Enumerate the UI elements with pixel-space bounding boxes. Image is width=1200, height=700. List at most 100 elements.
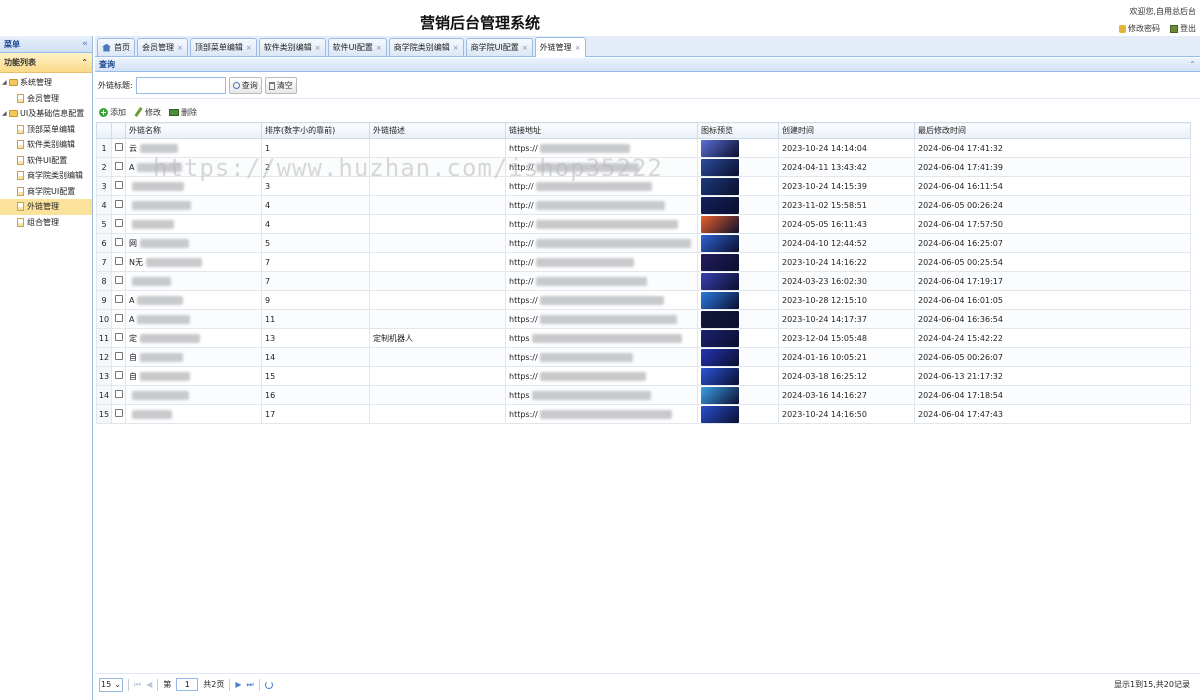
table-row[interactable]: 4 4 http:// 2023-11-02 15:58:51 2024-06-05 0… bbox=[96, 195, 1191, 215]
tree-item[interactable]: 顶部菜单编辑 bbox=[0, 122, 92, 138]
tree-group[interactable]: ◢ UI及基础信息配置 bbox=[0, 106, 92, 122]
table-row[interactable]: 1 云 1 https:// 2023-10-24 14:14:04 2024-06-04… bbox=[96, 138, 1191, 158]
close-tab-icon[interactable]: × bbox=[315, 44, 321, 52]
row-checkbox[interactable] bbox=[114, 219, 123, 227]
row-checkbox[interactable] bbox=[114, 295, 123, 303]
edit-button[interactable]: 修改 bbox=[134, 107, 161, 118]
logout-link[interactable]: 登出 bbox=[1170, 23, 1196, 34]
row-checkbox[interactable] bbox=[114, 333, 123, 341]
row-checkbox-cell[interactable] bbox=[111, 252, 126, 272]
row-checkbox-cell[interactable] bbox=[111, 328, 126, 348]
expand-triangle-icon[interactable]: ◢ bbox=[2, 110, 8, 117]
clear-button[interactable]: 清空 bbox=[264, 77, 297, 94]
column-header[interactable]: 链接地址 bbox=[505, 122, 698, 139]
table-row[interactable]: 5 4 http:// 2024-05-05 16:11:43 2024-06-04 1… bbox=[96, 214, 1191, 234]
column-header[interactable]: 创建时间 bbox=[778, 122, 915, 139]
tree-item[interactable]: 商学院类别编辑 bbox=[0, 168, 92, 184]
row-checkbox-cell[interactable] bbox=[111, 385, 126, 405]
column-header[interactable]: 外链描述 bbox=[369, 122, 506, 139]
row-checkbox[interactable] bbox=[114, 257, 123, 265]
column-header[interactable]: 排序(数字小的靠前) bbox=[261, 122, 370, 139]
row-checkbox[interactable] bbox=[114, 143, 123, 151]
tab-item[interactable]: 会员管理 × bbox=[137, 38, 188, 56]
next-page-icon[interactable]: ▶ bbox=[235, 680, 241, 689]
row-checkbox-cell[interactable] bbox=[111, 233, 126, 253]
row-checkbox-cell[interactable] bbox=[111, 347, 126, 367]
row-checkbox[interactable] bbox=[114, 352, 123, 360]
table-row[interactable]: 3 3 http:// 2023-10-24 14:15:39 2024-06-04 1… bbox=[96, 176, 1191, 196]
row-checkbox[interactable] bbox=[114, 238, 123, 246]
table-row[interactable]: 14 16 https 2024-03-16 14:16:27 2024-06-04 1… bbox=[96, 385, 1191, 405]
tab-item[interactable]: 软件UI配置 × bbox=[327, 38, 387, 56]
function-list-header[interactable]: 功能列表 ⌃ bbox=[0, 53, 92, 73]
row-checkbox-cell[interactable] bbox=[111, 404, 126, 424]
row-checkbox[interactable] bbox=[114, 314, 123, 322]
close-tab-icon[interactable]: × bbox=[177, 44, 183, 52]
close-tab-icon[interactable]: × bbox=[453, 44, 459, 52]
table-row[interactable]: 11 定 13 定制机器人 https 2023-12-04 15:05:48 2024-0… bbox=[96, 328, 1191, 348]
page-number-input[interactable] bbox=[176, 678, 199, 691]
chevron-up-icon[interactable]: ⌃ bbox=[1189, 60, 1196, 69]
tree-group[interactable]: ◢ 系统管理 bbox=[0, 75, 92, 91]
row-checkbox-cell[interactable] bbox=[111, 290, 126, 310]
collapse-sidebar-icon[interactable]: « bbox=[82, 39, 88, 49]
table-row[interactable]: 15 17 https:// 2023-10-24 14:16:50 2024-06-0… bbox=[96, 404, 1191, 424]
delete-button[interactable]: 删除 bbox=[169, 107, 197, 118]
row-checkbox[interactable] bbox=[114, 276, 123, 284]
first-page-icon[interactable]: ⏮ bbox=[134, 680, 141, 690]
link-title-input[interactable] bbox=[135, 77, 226, 94]
select-all-header[interactable] bbox=[111, 122, 126, 139]
row-checkbox-cell[interactable] bbox=[111, 157, 126, 177]
tree-item[interactable]: 商学院UI配置 bbox=[0, 184, 92, 200]
add-button[interactable]: + 添加 bbox=[99, 107, 126, 118]
column-header[interactable]: 图标预览 bbox=[697, 122, 779, 139]
prev-page-icon[interactable]: ◀ bbox=[146, 680, 152, 689]
tree-item[interactable]: 会员管理 bbox=[0, 91, 92, 107]
row-checkbox[interactable] bbox=[114, 200, 123, 208]
tree-item[interactable]: 软件UI配置 bbox=[0, 153, 92, 169]
tree-item[interactable]: 组合管理 bbox=[0, 215, 92, 231]
row-checkbox-cell[interactable] bbox=[111, 195, 126, 215]
close-tab-icon[interactable]: × bbox=[522, 44, 528, 52]
table-row[interactable]: 10 A 11 https:// 2023-10-24 14:17:37 2024-06-… bbox=[96, 309, 1191, 329]
table-row[interactable]: 12 自 14 https:// 2024-01-16 10:05:21 2024-06-… bbox=[96, 347, 1191, 367]
row-checkbox-cell[interactable] bbox=[111, 138, 126, 158]
close-tab-icon[interactable]: × bbox=[376, 44, 382, 52]
column-header[interactable]: 最后修改时间 bbox=[914, 122, 1191, 139]
tab-item[interactable]: 软件类别编辑 × bbox=[258, 38, 326, 56]
table-row[interactable]: 7 N无 7 http:// 2023-10-24 14:16:22 2024-06-05… bbox=[96, 252, 1191, 272]
change-password-link[interactable]: 修改密码 bbox=[1119, 23, 1160, 34]
row-checkbox[interactable] bbox=[114, 409, 123, 417]
tab-item[interactable]: 首页 bbox=[97, 38, 135, 56]
last-page-icon[interactable]: ⏭ bbox=[247, 680, 254, 690]
page-size-select[interactable]: 15 ⌄ bbox=[99, 677, 123, 692]
row-checkbox-cell[interactable] bbox=[111, 214, 126, 234]
row-checkbox-cell[interactable] bbox=[111, 176, 126, 196]
row-checkbox[interactable] bbox=[114, 162, 123, 170]
tab-item[interactable]: 商学院UI配置 × bbox=[465, 38, 533, 56]
table-row[interactable]: 13 自 15 https:// 2024-03-18 16:25:12 2024-06-… bbox=[96, 366, 1191, 386]
tree-item[interactable]: 外链管理 bbox=[0, 199, 92, 215]
table-row[interactable]: 6 网 5 http:// 2024-04-10 12:44:52 2024-06-04 … bbox=[96, 233, 1191, 253]
link-description-cell bbox=[369, 157, 506, 177]
row-checkbox[interactable] bbox=[114, 181, 123, 189]
table-row[interactable]: 9 A 9 https:// 2023-10-28 12:15:10 2024-06-04… bbox=[96, 290, 1191, 310]
row-checkbox[interactable] bbox=[114, 371, 123, 379]
refresh-icon[interactable] bbox=[264, 680, 273, 689]
tab-item[interactable]: 顶部菜单编辑 × bbox=[189, 38, 257, 56]
table-row[interactable]: 2 A 2 http:// 2024-04-11 13:43:42 2024-06-04 … bbox=[96, 157, 1191, 177]
tree-item[interactable]: 软件类别编辑 bbox=[0, 137, 92, 153]
row-checkbox[interactable] bbox=[114, 390, 123, 398]
close-tab-icon[interactable]: × bbox=[575, 44, 581, 52]
chevron-up-icon[interactable]: ⌃ bbox=[81, 58, 88, 67]
tab-item[interactable]: 商学院类别编辑 × bbox=[388, 38, 464, 56]
row-checkbox-cell[interactable] bbox=[111, 366, 126, 386]
tab-item[interactable]: 外链管理 × bbox=[534, 37, 586, 57]
row-checkbox-cell[interactable] bbox=[111, 309, 126, 329]
column-header[interactable]: 外链名称 bbox=[125, 122, 262, 139]
search-button[interactable]: 查询 bbox=[228, 77, 262, 94]
expand-triangle-icon[interactable]: ◢ bbox=[2, 79, 8, 86]
row-checkbox-cell[interactable] bbox=[111, 271, 126, 291]
close-tab-icon[interactable]: × bbox=[246, 44, 252, 52]
table-row[interactable]: 8 7 http:// 2024-03-23 16:02:30 2024-06-04 1… bbox=[96, 271, 1191, 291]
